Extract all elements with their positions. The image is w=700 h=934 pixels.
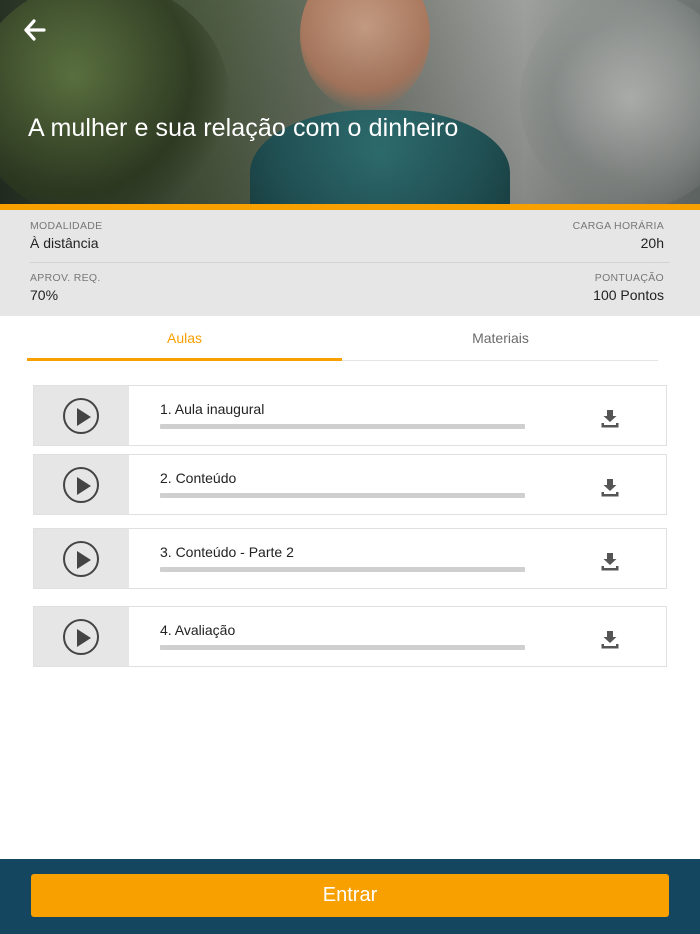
lesson-progress-bar bbox=[160, 645, 525, 650]
lesson-thumbnail bbox=[34, 529, 129, 588]
info-row: MODALIDADE À distância CARGA HORÁRIA 20h bbox=[30, 220, 664, 266]
lesson-thumbnail bbox=[34, 386, 129, 445]
carga-value: 20h bbox=[640, 235, 664, 251]
arrow-left-icon bbox=[24, 19, 46, 41]
download-icon bbox=[601, 479, 619, 497]
info-divider bbox=[30, 262, 670, 263]
enter-button[interactable]: Entrar bbox=[31, 874, 669, 917]
pontuacao-label: PONTUAÇÃO bbox=[594, 272, 664, 284]
download-button[interactable] bbox=[600, 551, 620, 571]
play-circle-icon[interactable] bbox=[63, 619, 99, 655]
aprov-label: APROV. REQ. bbox=[30, 272, 101, 284]
course-hero: A mulher e sua relação com o dinheiro bbox=[0, 0, 700, 204]
lesson-progress-bar bbox=[160, 493, 525, 498]
modalidade-label: MODALIDADE bbox=[30, 220, 103, 232]
carga-label: CARGA HORÁRIA bbox=[572, 220, 664, 232]
modalidade-block: MODALIDADE À distância bbox=[30, 220, 102, 251]
lesson-progress-bar bbox=[160, 424, 525, 429]
download-icon bbox=[601, 410, 619, 428]
info-row: APROV. REQ. 70% PONTUAÇÃO 100 Pontos bbox=[30, 272, 664, 312]
download-button[interactable] bbox=[600, 477, 620, 497]
play-circle-icon[interactable] bbox=[63, 467, 99, 503]
lesson-item[interactable]: 3. Conteúdo - Parte 2 bbox=[33, 528, 667, 589]
lesson-title: 4. Avaliação bbox=[160, 622, 236, 638]
play-circle-icon[interactable] bbox=[63, 541, 99, 577]
lesson-thumbnail bbox=[34, 455, 129, 514]
download-button[interactable] bbox=[600, 408, 620, 428]
modalidade-value: À distância bbox=[30, 235, 99, 251]
download-button[interactable] bbox=[600, 629, 620, 649]
course-title: A mulher e sua relação com o dinheiro bbox=[28, 114, 459, 142]
lesson-item[interactable]: 2. Conteúdo bbox=[33, 454, 667, 515]
play-circle-icon[interactable] bbox=[63, 398, 99, 434]
aprov-block: APROV. REQ. 70% bbox=[30, 272, 101, 303]
carga-block: CARGA HORÁRIA 20h bbox=[573, 220, 664, 251]
tab-aulas[interactable]: Aulas bbox=[27, 316, 342, 361]
aprov-value: 70% bbox=[30, 287, 59, 303]
download-icon bbox=[601, 631, 619, 649]
back-button[interactable] bbox=[22, 16, 52, 44]
download-icon bbox=[601, 553, 619, 571]
content-tabs: Aulas Materiais bbox=[27, 316, 658, 361]
footer-bar: Entrar bbox=[0, 859, 700, 934]
course-info-panel: MODALIDADE À distância CARGA HORÁRIA 20h… bbox=[0, 210, 700, 316]
lesson-progress-bar bbox=[160, 567, 525, 572]
pontuacao-block: PONTUAÇÃO 100 Pontos bbox=[593, 272, 664, 303]
pontuacao-value: 100 Pontos bbox=[593, 287, 664, 303]
lesson-thumbnail bbox=[34, 607, 129, 666]
lesson-title: 1. Aula inaugural bbox=[160, 401, 265, 417]
tab-materiais[interactable]: Materiais bbox=[343, 316, 658, 361]
lesson-item[interactable]: 4. Avaliação bbox=[33, 606, 667, 667]
lesson-title: 3. Conteúdo - Parte 2 bbox=[160, 544, 294, 560]
hero-overlay bbox=[0, 0, 700, 204]
lesson-title: 2. Conteúdo bbox=[160, 470, 237, 486]
lesson-item[interactable]: 1. Aula inaugural bbox=[33, 385, 667, 446]
